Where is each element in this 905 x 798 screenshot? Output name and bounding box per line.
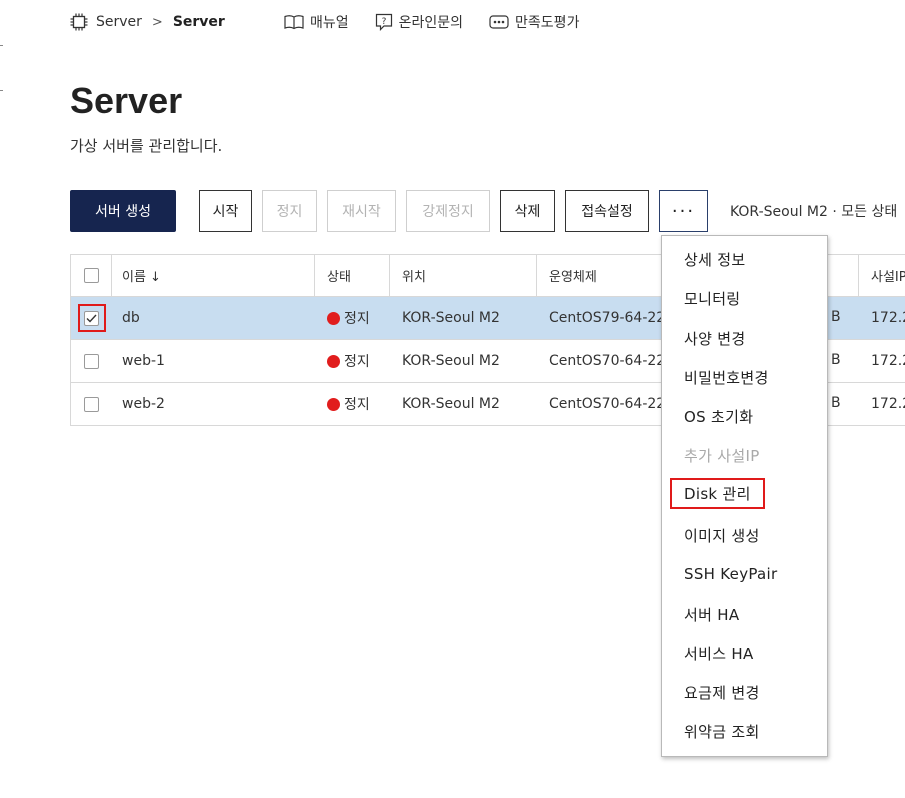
status-stopped-icon (327, 311, 340, 325)
menu-item-add-private-ip: 추가 사설IP (684, 447, 760, 465)
filter-summary[interactable]: KOR-Seoul M2 · 모든 상태 (730, 201, 897, 221)
row-checkbox[interactable] (84, 310, 99, 326)
start-button[interactable]: 시작 (199, 190, 252, 232)
row-location: KOR-Seoul M2 (402, 310, 500, 326)
select-all-checkbox[interactable] (83, 268, 99, 283)
row-state-label: 정지 (344, 311, 370, 327)
menu-item-ssh-keypair[interactable]: SSH KeyPair (684, 565, 777, 583)
column-private-ip[interactable]: 사설IP (859, 255, 905, 296)
column-name[interactable]: 이름 ↓ (112, 255, 315, 296)
row-private-ip: 172.2 (871, 353, 905, 369)
restart-button[interactable]: 재시작 (327, 190, 396, 232)
menu-item-disk-management[interactable]: Disk 관리 (670, 478, 765, 509)
row-private-ip: 172.2 (871, 310, 905, 326)
row-name[interactable]: web-1 (112, 340, 315, 382)
column-state[interactable]: 상태 (315, 255, 390, 296)
row-name[interactable]: db (112, 297, 315, 339)
row-check-cell (71, 340, 112, 382)
row-checkbox[interactable] (84, 396, 99, 412)
breadcrumb-separator: > (151, 14, 163, 30)
question-icon: ? (375, 13, 393, 31)
menu-item-server-ha[interactable]: 서버 HA (684, 604, 739, 625)
breadcrumb: Server > Server (70, 12, 225, 32)
row-location: KOR-Seoul M2 (402, 396, 500, 412)
row-state: 정지 (315, 340, 390, 382)
create-server-button[interactable]: 서버 생성 (70, 190, 176, 232)
row-size-fragment: B (831, 352, 841, 368)
chat-icon (489, 14, 509, 30)
satisfaction-link[interactable]: 만족도평가 (489, 12, 579, 32)
row-checkbox[interactable] (84, 353, 99, 369)
row-state: 정지 (315, 383, 390, 425)
force-stop-button[interactable]: 강제정지 (406, 190, 490, 232)
menu-item-change-password[interactable]: 비밀번호변경 (684, 367, 769, 388)
chip-icon (70, 13, 88, 31)
row-checkbox-highlight (77, 304, 106, 332)
menu-item-change-spec[interactable]: 사양 변경 (684, 328, 745, 349)
manual-link[interactable]: 매뉴얼 (284, 12, 349, 32)
row-state: 정지 (315, 297, 390, 339)
edge-mark (0, 45, 3, 46)
delete-button[interactable]: 삭제 (500, 190, 555, 232)
online-inquiry-label: 온라인문의 (398, 15, 464, 31)
toolbar: 서버 생성 시작 정지 재시작 강제정지 삭제 접속설정 ··· KOR-Seo… (70, 190, 897, 232)
access-settings-button[interactable]: 접속설정 (565, 190, 649, 232)
menu-item-monitoring[interactable]: 모니터링 (684, 288, 740, 309)
more-actions-menu: 상세 정보 모니터링 사양 변경 비밀번호변경 OS 초기화 추가 사설IP D… (661, 235, 828, 757)
manual-label: 매뉴얼 (310, 15, 349, 31)
row-name[interactable]: web-2 (112, 383, 315, 425)
menu-item-os-reset[interactable]: OS 초기화 (684, 406, 753, 427)
breadcrumb-root[interactable]: Server (96, 14, 142, 30)
row-private-ip: 172.2 (871, 396, 905, 412)
breadcrumb-current: Server (172, 14, 225, 30)
satisfaction-label: 만족도평가 (515, 15, 580, 31)
book-icon (284, 14, 304, 30)
row-state-label: 정지 (344, 397, 370, 413)
edge-mark (0, 90, 3, 91)
menu-item-change-plan[interactable]: 요금제 변경 (684, 682, 760, 703)
menu-item-detail-info[interactable]: 상세 정보 (684, 249, 745, 270)
row-check-cell (71, 297, 112, 339)
status-stopped-icon (327, 397, 340, 411)
row-size-fragment: B (831, 309, 841, 325)
menu-item-create-image[interactable]: 이미지 생성 (684, 525, 760, 546)
stop-button[interactable]: 정지 (262, 190, 317, 232)
svg-text:?: ? (381, 17, 386, 27)
menu-item-service-ha[interactable]: 서비스 HA (684, 643, 754, 664)
online-inquiry-link[interactable]: ? 온라인문의 (375, 12, 463, 32)
row-state-label: 정지 (344, 354, 370, 370)
row-check-cell (71, 383, 112, 425)
status-stopped-icon (327, 354, 340, 368)
row-location: KOR-Seoul M2 (402, 353, 500, 369)
page-title: Server (70, 80, 183, 121)
menu-item-penalty-inquiry[interactable]: 위약금 조회 (684, 721, 760, 742)
more-actions-button[interactable]: ··· (659, 190, 708, 232)
column-location[interactable]: 위치 (390, 255, 537, 296)
top-links: 매뉴얼 ? 온라인문의 만족도평가 (284, 12, 605, 32)
row-size-fragment: B (831, 395, 841, 411)
page-description: 가상 서버를 관리합니다. (70, 137, 223, 155)
select-all-cell (71, 255, 112, 296)
